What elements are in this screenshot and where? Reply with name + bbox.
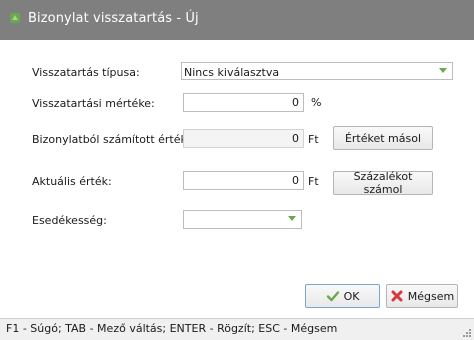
calculated-currency-label: Ft xyxy=(308,133,319,146)
due-date-dropdown[interactable] xyxy=(183,210,302,229)
window-title: Bizonylat visszatartás - Új xyxy=(28,11,199,26)
retention-type-label: Visszatartás típusa: xyxy=(32,66,140,79)
retention-type-dropdown[interactable]: Nincs kiválasztva xyxy=(181,62,453,80)
current-currency-label: Ft xyxy=(308,175,319,188)
retention-type-value: Nincs kiválasztva xyxy=(184,66,280,79)
cancel-button-label: Mégsem xyxy=(407,289,455,303)
resize-grip-icon[interactable] xyxy=(462,328,472,338)
ok-button[interactable]: OK xyxy=(305,284,380,308)
percent-unit-label: % xyxy=(311,96,322,109)
app-leaf-icon xyxy=(10,13,20,23)
due-date-label: Esedékesség: xyxy=(32,214,107,227)
calculated-value-field xyxy=(183,129,304,148)
checkmark-icon xyxy=(326,291,339,302)
calculated-value-label: Bizonylatból számított érték: xyxy=(32,133,191,146)
keyboard-shortcuts-hint: F1 - Súgó; TAB - Mező váltás; ENTER - Rö… xyxy=(6,322,338,335)
current-value-input[interactable] xyxy=(183,171,304,190)
title-bar: Bizonylat visszatartás - Új xyxy=(0,0,474,40)
current-value-label: Aktuális érték: xyxy=(32,175,112,188)
x-icon xyxy=(391,290,403,302)
dialog-window: Bizonylat visszatartás - Új Visszatartás… xyxy=(0,0,474,340)
retention-amount-label: Visszatartási mértéke: xyxy=(32,97,155,110)
copy-value-button[interactable]: Értéket másol xyxy=(333,126,433,150)
calc-percent-button[interactable]: Százalékot számol xyxy=(333,170,433,196)
chevron-down-icon xyxy=(439,68,447,73)
ok-button-label: OK xyxy=(343,289,360,303)
cancel-button[interactable]: Mégsem xyxy=(386,284,458,308)
retention-amount-input[interactable] xyxy=(183,93,304,112)
chevron-down-icon xyxy=(288,216,296,221)
status-bar: F1 - Súgó; TAB - Mező váltás; ENTER - Rö… xyxy=(0,318,474,340)
